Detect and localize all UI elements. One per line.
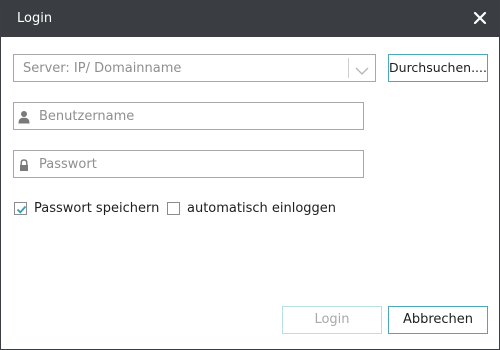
- auto-login-label: automatisch einloggen: [187, 201, 337, 216]
- close-icon[interactable]: [471, 9, 489, 27]
- username-field[interactable]: Benutzername: [13, 102, 364, 130]
- user-icon: [18, 109, 30, 124]
- server-combobox[interactable]: Server: IP/ Domainname: [13, 54, 376, 82]
- save-password-box[interactable]: [14, 202, 27, 215]
- combobox-divider: [348, 58, 349, 78]
- auto-login-box[interactable]: [167, 202, 180, 215]
- checkmark-icon: [16, 205, 27, 214]
- server-placeholder: Server: IP/ Domainname: [23, 61, 182, 76]
- save-password-checkbox[interactable]: Passwort speichern: [14, 201, 159, 217]
- lock-icon: [18, 157, 30, 171]
- auto-login-checkbox[interactable]: automatisch einloggen: [167, 201, 337, 217]
- save-password-label: Passwort speichern: [34, 201, 160, 216]
- browse-button[interactable]: Durchsuchen....: [388, 54, 488, 82]
- login-button[interactable]: Login: [282, 306, 382, 334]
- password-placeholder: Passwort: [39, 157, 97, 172]
- title-bar: Login: [1, 1, 499, 37]
- password-field[interactable]: Passwort: [13, 150, 364, 178]
- dialog-title: Login: [17, 11, 53, 26]
- username-placeholder: Benutzername: [39, 109, 135, 124]
- login-dialog: Login Server: IP/ Domainname Durchsuchen…: [0, 0, 500, 350]
- cancel-button[interactable]: Abbrechen: [388, 306, 488, 334]
- chevron-down-icon[interactable]: [354, 62, 370, 75]
